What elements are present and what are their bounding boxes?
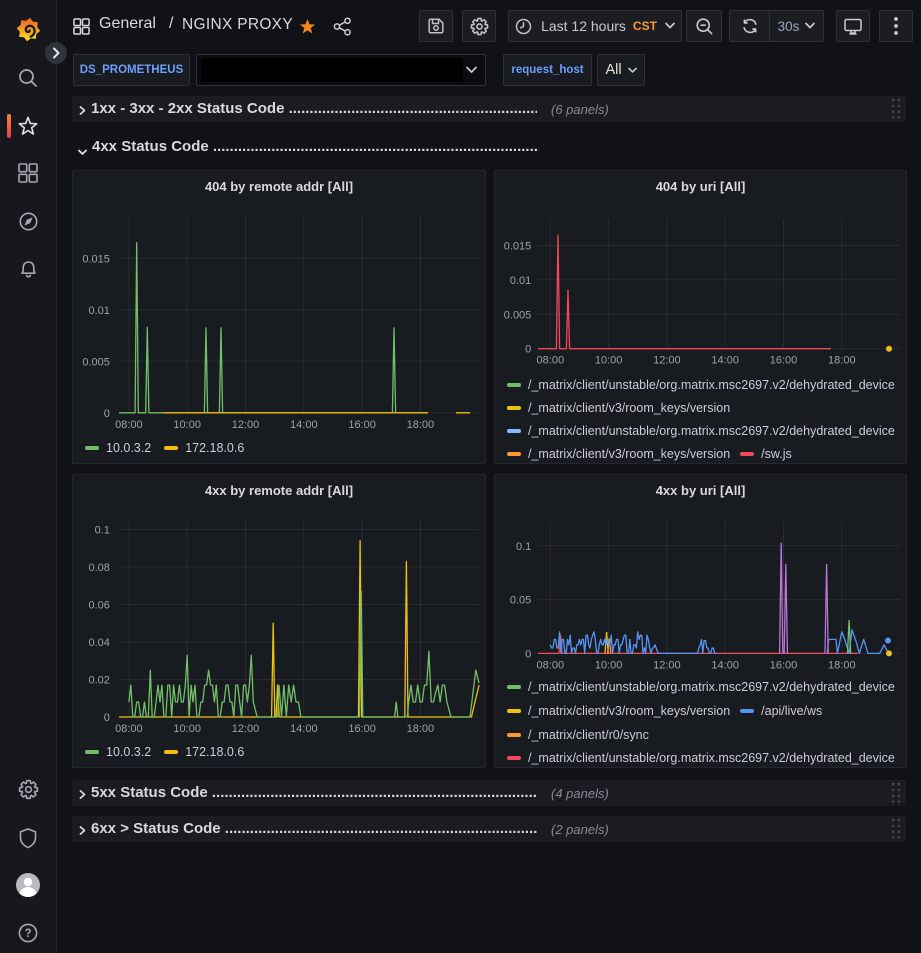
svg-text:0: 0 <box>104 408 110 420</box>
svg-text:16:00: 16:00 <box>770 355 798 367</box>
svg-text:12:00: 12:00 <box>232 419 260 431</box>
svg-text:0.04: 0.04 <box>88 637 109 649</box>
svg-text:16:00: 16:00 <box>770 659 798 671</box>
svg-text:08:00: 08:00 <box>537 659 565 671</box>
svg-text:0.005: 0.005 <box>504 309 532 321</box>
svg-text:16:00: 16:00 <box>348 419 376 431</box>
svg-text:18:00: 18:00 <box>828 659 856 671</box>
svg-text:12:00: 12:00 <box>232 723 260 735</box>
svg-text:0: 0 <box>525 648 531 660</box>
svg-text:14:00: 14:00 <box>290 723 318 735</box>
svg-text:0.08: 0.08 <box>88 562 109 574</box>
svg-text:0: 0 <box>525 344 531 356</box>
svg-text:14:00: 14:00 <box>711 659 739 671</box>
svg-text:0.005: 0.005 <box>82 356 110 368</box>
svg-text:14:00: 14:00 <box>711 355 739 367</box>
svg-text:10:00: 10:00 <box>595 659 623 671</box>
svg-text:?: ? <box>24 928 31 940</box>
svg-text:18:00: 18:00 <box>407 419 435 431</box>
svg-text:0.015: 0.015 <box>504 241 532 253</box>
svg-text:0.015: 0.015 <box>82 253 110 265</box>
svg-text:0.02: 0.02 <box>88 675 109 687</box>
svg-text:0: 0 <box>104 712 110 724</box>
svg-text:0.1: 0.1 <box>516 541 531 553</box>
svg-text:08:00: 08:00 <box>537 355 565 367</box>
svg-text:12:00: 12:00 <box>653 355 681 367</box>
svg-text:18:00: 18:00 <box>828 355 856 367</box>
svg-text:18:00: 18:00 <box>407 723 435 735</box>
svg-text:0.06: 0.06 <box>88 600 109 612</box>
svg-text:10:00: 10:00 <box>173 419 201 431</box>
svg-text:08:00: 08:00 <box>115 723 143 735</box>
svg-text:08:00: 08:00 <box>115 419 143 431</box>
svg-text:16:00: 16:00 <box>348 723 376 735</box>
svg-text:0.05: 0.05 <box>510 595 531 607</box>
svg-text:0.01: 0.01 <box>88 305 109 317</box>
svg-text:14:00: 14:00 <box>290 419 318 431</box>
svg-text:10:00: 10:00 <box>173 723 201 735</box>
svg-text:12:00: 12:00 <box>653 659 681 671</box>
svg-text:0.01: 0.01 <box>510 275 531 287</box>
svg-text:10:00: 10:00 <box>595 355 623 367</box>
svg-text:0.1: 0.1 <box>95 525 110 537</box>
